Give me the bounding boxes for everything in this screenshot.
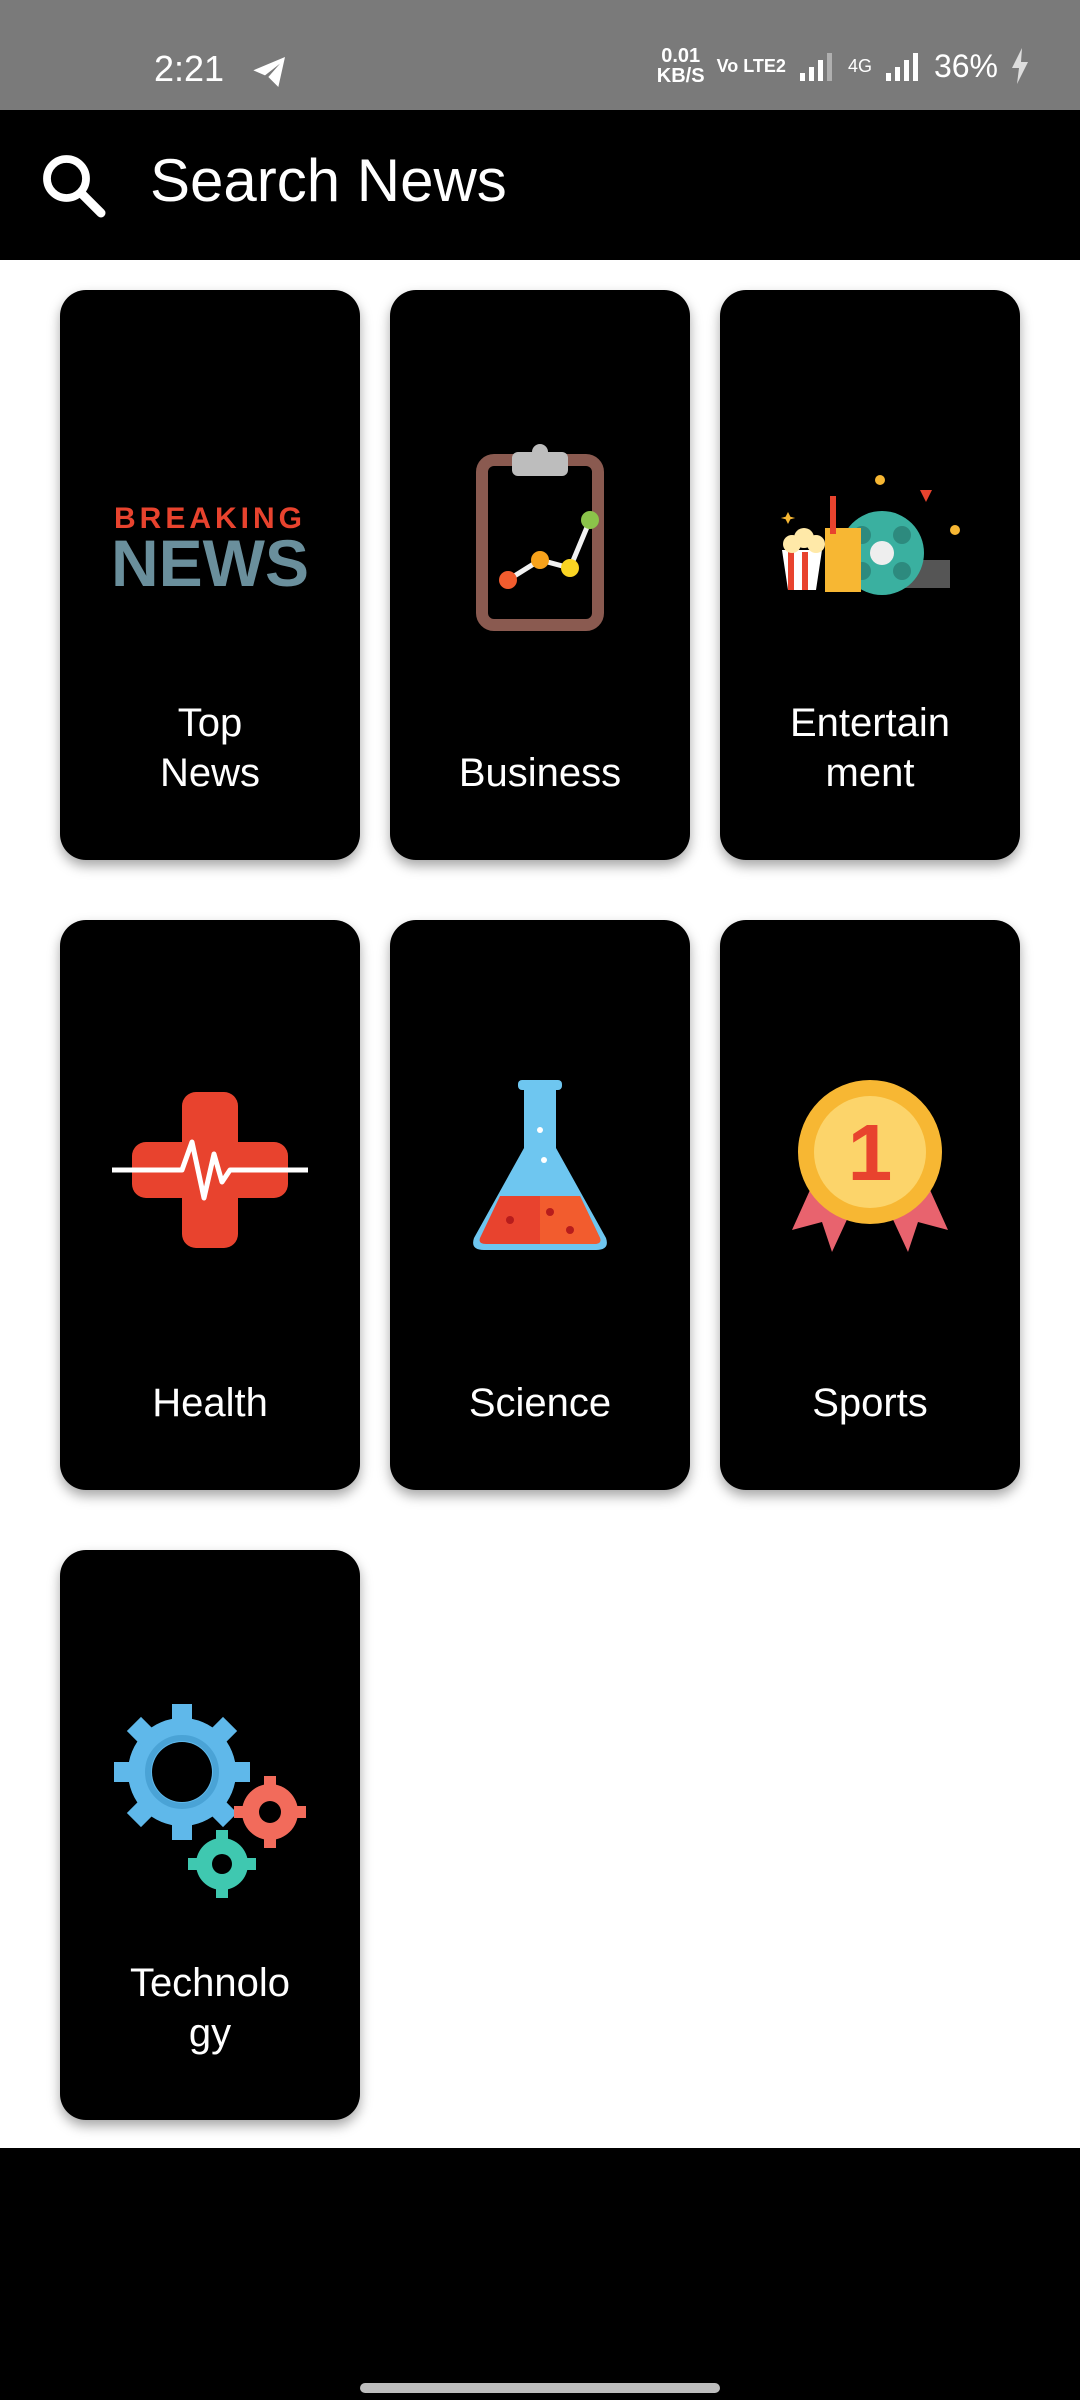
category-card-health[interactable]: Health <box>60 920 360 1490</box>
svg-text:NEWS: NEWS <box>111 526 309 600</box>
category-card-technology[interactable]: Technolo gy <box>60 1550 360 2120</box>
signal-icon-2 <box>885 53 918 81</box>
clipboard-chart-icon <box>476 444 604 631</box>
volte-indicator: Vo LTE2 <box>716 56 786 76</box>
category-label: Sports <box>812 1381 928 1425</box>
category-label: Science <box>468 1381 612 1425</box>
category-label: Technolo gy <box>129 1961 291 2055</box>
breaking-news-icon: BREAKING NEWS <box>111 502 309 600</box>
net-speed: 0.01 KB/S <box>656 45 705 87</box>
charging-icon <box>1012 48 1028 84</box>
svg-text:1: 1 <box>848 1108 893 1197</box>
category-label: Health <box>152 1381 268 1425</box>
category-card-business[interactable]: Business <box>390 290 690 860</box>
search-bar[interactable]: Search News <box>0 110 1080 260</box>
medical-cross-heartbeat-icon <box>112 1092 308 1248</box>
category-label: Top News <box>159 701 261 795</box>
signal-icon <box>799 53 832 81</box>
gears-icon <box>114 1704 306 1898</box>
bottom-bar <box>0 2148 1080 2400</box>
popcorn-film-reel-icon <box>780 475 960 595</box>
category-label: Entertain ment <box>789 701 951 795</box>
battery-percent: 36% <box>933 47 998 84</box>
category-label: Business <box>458 751 622 795</box>
home-gesture-handle[interactable] <box>360 2383 720 2393</box>
flask-icon <box>473 1080 607 1250</box>
search-icon[interactable] <box>38 150 110 222</box>
search-input[interactable]: Search News <box>150 146 507 215</box>
status-icons: 0.01 KB/S Vo LTE2 4G 36% <box>657 46 1030 86</box>
category-card-sports[interactable]: 1 Sports <box>720 920 1020 1490</box>
category-card-top-news[interactable]: BREAKING NEWS Top News <box>60 290 360 860</box>
telegram-icon <box>253 57 285 87</box>
status-time: 2:21 <box>154 48 225 89</box>
status-bar: 2:21 0.01 KB/S Vo LTE2 4G 36% <box>0 0 1080 110</box>
network-type: 4G <box>847 55 872 76</box>
category-card-entertainment[interactable]: Entertain ment <box>720 290 1020 860</box>
medal-icon: 1 <box>792 1080 948 1252</box>
category-card-science[interactable]: Science <box>390 920 690 1490</box>
